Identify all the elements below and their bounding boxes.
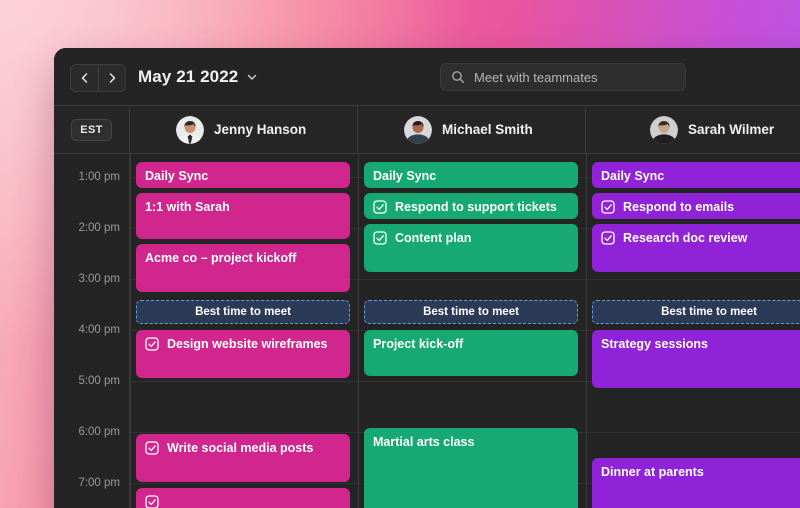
best-time-to-meet-chip[interactable]: Best time to meet [592, 300, 800, 324]
previous-day-button[interactable] [71, 65, 98, 91]
checkbox-checked-icon[interactable] [145, 441, 159, 455]
person-header[interactable]: Jenny Hanson [130, 106, 358, 153]
time-label: 3:00 pm [78, 273, 120, 285]
person-name: Jenny Hanson [214, 122, 307, 137]
chevron-down-icon [246, 71, 258, 83]
chevron-left-icon [79, 72, 91, 84]
event-title: Design website wireframes [167, 337, 328, 351]
person-name: Michael Smith [442, 122, 533, 137]
event-title: Strategy sessions [601, 337, 708, 351]
event-title: Daily Sync [145, 169, 209, 183]
calendar-grid: 1:00 pm 2:00 pm 3:00 pm 4:00 pm 5:00 pm 6:00 … [54, 154, 800, 508]
day-column: Daily Sync 1:1 with Sarah Acme co – projec… [130, 154, 358, 508]
checkbox-checked-icon[interactable] [145, 495, 159, 508]
calendar-event[interactable]: Strategy sessions [592, 330, 800, 388]
day-column: Daily Sync Respond to support tickets Co… [358, 154, 586, 508]
event-title: Acme co – project kickoff [145, 251, 297, 265]
event-title: Research doc review [623, 231, 748, 245]
calendar-event[interactable]: Project kick-off [364, 330, 578, 376]
event-title: Project kick-off [373, 337, 464, 351]
event-title: Dinner at parents [601, 465, 704, 479]
avatar [176, 115, 204, 144]
people-header-row: EST Jenny Hanson Michael Smith Sarah Wil… [54, 105, 800, 154]
toolbar: May 21 2022 [54, 48, 800, 105]
search-box[interactable] [440, 63, 686, 91]
checkbox-checked-icon[interactable] [601, 200, 615, 214]
calendar-event[interactable]: Acme co – project kickoff [136, 244, 350, 292]
calendar-event[interactable]: Write social media posts [136, 434, 350, 482]
calendar-event[interactable]: Content plan [364, 224, 578, 272]
calendar-event[interactable]: Dinner at parents [592, 458, 800, 508]
event-title: 1:1 with Sarah [145, 200, 230, 214]
time-label: 2:00 pm [78, 222, 120, 234]
event-title: Respond to support tickets [395, 200, 557, 214]
calendar-event[interactable]: Respond to emails [592, 193, 800, 219]
search-input[interactable] [474, 69, 675, 85]
calendar-event[interactable]: Research doc review [592, 224, 800, 272]
event-title: Respond to emails [623, 200, 735, 214]
time-label: 4:00 pm [78, 324, 120, 336]
avatar [650, 115, 678, 144]
best-time-to-meet-chip[interactable]: Best time to meet [364, 300, 578, 324]
next-day-button[interactable] [98, 65, 125, 91]
checkbox-checked-icon[interactable] [373, 200, 387, 214]
search-icon [451, 70, 465, 84]
event-title: Daily Sync [373, 169, 437, 183]
calendar-event[interactable]: Daily Sync [592, 162, 800, 188]
calendar-event[interactable]: Daily Sync [364, 162, 578, 188]
best-time-to-meet-chip[interactable]: Best time to meet [136, 300, 350, 324]
date-picker-button[interactable]: May 21 2022 [138, 64, 258, 90]
time-label: 5:00 pm [78, 375, 120, 387]
event-title: Content plan [395, 231, 472, 245]
person-header[interactable]: Michael Smith [358, 106, 586, 153]
calendar-event[interactable]: Design website wireframes [136, 330, 350, 378]
person-header[interactable]: Sarah Wilmer [586, 106, 800, 153]
calendar-event[interactable]: Martial arts class [364, 428, 578, 508]
person-name: Sarah Wilmer [688, 122, 775, 137]
calendar-event[interactable] [136, 488, 350, 508]
page-title: May 21 2022 [138, 67, 239, 86]
chevron-right-icon [106, 72, 118, 84]
timezone-badge[interactable]: EST [71, 118, 112, 141]
time-label: 1:00 pm [78, 171, 120, 183]
calendar-window: May 21 2022 EST [54, 48, 800, 508]
event-title: Write social media posts [167, 441, 314, 455]
date-nav-group [70, 64, 126, 92]
timezone-cell: EST [54, 106, 130, 153]
avatar [404, 115, 432, 144]
checkbox-checked-icon[interactable] [601, 231, 615, 245]
time-label: 7:00 pm [78, 477, 120, 489]
checkbox-checked-icon[interactable] [145, 337, 159, 351]
calendar-event[interactable]: Respond to support tickets [364, 193, 578, 219]
calendar-event[interactable]: Daily Sync [136, 162, 350, 188]
event-title: Daily Sync [601, 169, 665, 183]
time-label: 6:00 pm [78, 426, 120, 438]
day-column: Daily Sync Respond to emails Research do… [586, 154, 800, 508]
event-title: Martial arts class [373, 435, 475, 449]
checkbox-checked-icon[interactable] [373, 231, 387, 245]
calendar-event[interactable]: 1:1 with Sarah [136, 193, 350, 239]
time-axis-column: 1:00 pm 2:00 pm 3:00 pm 4:00 pm 5:00 pm 6:00 … [54, 154, 130, 508]
